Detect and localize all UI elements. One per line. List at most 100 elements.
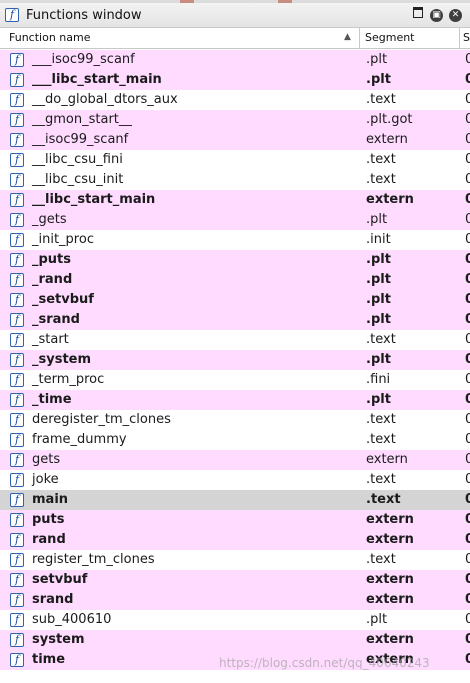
function-row[interactable]: f _srand .plt 0 bbox=[0, 310, 470, 330]
function-start: 0 bbox=[465, 92, 470, 107]
function-start: 0 bbox=[465, 332, 470, 347]
function-row[interactable]: f __do_global_dtors_aux .text 0 bbox=[0, 90, 470, 110]
function-row[interactable]: f __isoc99_scanf extern 0 bbox=[0, 130, 470, 150]
function-row[interactable]: f _start .text 0 bbox=[0, 330, 470, 350]
function-start: 0 bbox=[465, 252, 470, 267]
function-name: _puts bbox=[32, 252, 72, 267]
function-name: ___libc_start_main bbox=[32, 72, 162, 87]
function-icon: f bbox=[10, 93, 24, 107]
function-icon: f bbox=[10, 253, 24, 267]
function-segment: .text bbox=[366, 412, 396, 427]
function-row[interactable]: f _rand .plt 0 bbox=[0, 270, 470, 290]
function-name: __do_global_dtors_aux bbox=[32, 92, 178, 107]
function-row[interactable]: f setvbuf extern 0 bbox=[0, 570, 470, 590]
window-title: Functions window bbox=[26, 8, 142, 23]
function-row[interactable]: f sub_400610 .plt 0 bbox=[0, 610, 470, 630]
function-icon: f bbox=[10, 593, 24, 607]
function-row[interactable]: f _gets .plt 0 bbox=[0, 210, 470, 230]
column-header-segment[interactable]: Segment bbox=[360, 28, 460, 48]
function-name: __isoc99_scanf bbox=[32, 132, 129, 147]
function-name: _term_proc bbox=[32, 372, 105, 387]
function-icon: f bbox=[10, 453, 24, 467]
function-segment: extern bbox=[366, 512, 414, 527]
function-start: 0 bbox=[465, 552, 470, 567]
function-icon: f bbox=[10, 153, 24, 167]
function-row[interactable]: f rand extern 0 bbox=[0, 530, 470, 550]
function-start: 0 bbox=[465, 112, 470, 127]
function-row[interactable]: f time extern 0 bbox=[0, 650, 470, 670]
function-start: 0 bbox=[465, 432, 470, 447]
function-icon: f bbox=[5, 8, 19, 22]
function-start: 0 bbox=[465, 612, 470, 627]
column-header-start[interactable]: S bbox=[460, 28, 470, 48]
function-row[interactable]: f register_tm_clones .text 0 bbox=[0, 550, 470, 570]
function-row[interactable]: f ___libc_start_main .plt 0 bbox=[0, 70, 470, 90]
float-icon[interactable]: ▣ bbox=[430, 9, 443, 22]
function-segment: .plt bbox=[366, 392, 391, 407]
window-titlebar[interactable]: f Functions window ▣ ✕ bbox=[0, 3, 470, 28]
function-row[interactable]: f puts extern 0 bbox=[0, 510, 470, 530]
function-start: 0 bbox=[465, 652, 470, 667]
function-row[interactable]: f __gmon_start__ .plt.got 0 bbox=[0, 110, 470, 130]
function-row[interactable]: f __libc_start_main extern 0 bbox=[0, 190, 470, 210]
function-icon: f bbox=[10, 273, 24, 287]
function-name: system bbox=[32, 632, 85, 647]
function-name: _srand bbox=[32, 312, 80, 327]
function-name: _start bbox=[32, 332, 69, 347]
function-icon: f bbox=[10, 113, 24, 127]
function-name: joke bbox=[32, 472, 59, 487]
function-icon: f bbox=[10, 573, 24, 587]
function-row[interactable]: f joke .text 0 bbox=[0, 470, 470, 490]
function-row[interactable]: f _system .plt 0 bbox=[0, 350, 470, 370]
function-segment: .plt bbox=[366, 612, 388, 627]
function-row[interactable]: f gets extern 0 bbox=[0, 450, 470, 470]
function-segment: .plt bbox=[366, 52, 388, 67]
function-icon: f bbox=[10, 293, 24, 307]
column-header-function-name[interactable]: Function name bbox=[0, 28, 360, 48]
sort-ascending-icon: ▲ bbox=[344, 32, 351, 42]
function-segment: .text bbox=[366, 432, 396, 447]
function-icon: f bbox=[10, 73, 24, 87]
function-segment: extern bbox=[366, 532, 414, 547]
function-name: srand bbox=[32, 592, 74, 607]
function-name: rand bbox=[32, 532, 66, 547]
function-segment: .plt bbox=[366, 352, 391, 367]
function-name: ___isoc99_scanf bbox=[32, 52, 135, 67]
function-name: _gets bbox=[32, 212, 67, 227]
function-row[interactable]: f _puts .plt 0 bbox=[0, 250, 470, 270]
function-segment: extern bbox=[366, 632, 414, 647]
function-row[interactable]: f _time .plt 0 bbox=[0, 390, 470, 410]
function-start: 0 bbox=[465, 212, 470, 227]
column-header-label: Segment bbox=[365, 31, 415, 44]
function-start: 0 bbox=[465, 132, 470, 147]
function-icon: f bbox=[10, 393, 24, 407]
function-row[interactable]: f ___isoc99_scanf .plt 0 bbox=[0, 50, 470, 70]
function-name: _system bbox=[32, 352, 92, 367]
function-icon: f bbox=[10, 373, 24, 387]
function-row[interactable]: f srand extern 0 bbox=[0, 590, 470, 610]
function-segment: .text bbox=[366, 552, 396, 567]
function-row[interactable]: f system extern 0 bbox=[0, 630, 470, 650]
function-row[interactable]: f _init_proc .init 0 bbox=[0, 230, 470, 250]
restore-icon[interactable] bbox=[413, 7, 423, 18]
function-row[interactable]: f __libc_csu_fini .text 0 bbox=[0, 150, 470, 170]
function-name: __libc_csu_init bbox=[32, 172, 124, 187]
function-row[interactable]: f deregister_tm_clones .text 0 bbox=[0, 410, 470, 430]
function-row[interactable]: f _term_proc .fini 0 bbox=[0, 370, 470, 390]
function-name: gets bbox=[32, 452, 61, 467]
function-start: 0 bbox=[465, 512, 470, 527]
function-row[interactable]: f main .text 0 bbox=[0, 490, 470, 510]
function-segment: .plt bbox=[366, 312, 391, 327]
function-segment: .init bbox=[366, 232, 391, 247]
function-row[interactable]: f frame_dummy .text 0 bbox=[0, 430, 470, 450]
function-segment: extern bbox=[366, 192, 414, 207]
function-row[interactable]: f __libc_csu_init .text 0 bbox=[0, 170, 470, 190]
function-segment: extern bbox=[366, 592, 414, 607]
function-start: 0 bbox=[465, 392, 470, 407]
function-start: 0 bbox=[465, 352, 470, 367]
function-segment: .plt bbox=[366, 272, 391, 287]
function-start: 0 bbox=[465, 372, 470, 387]
function-start: 0 bbox=[465, 232, 470, 247]
function-row[interactable]: f _setvbuf .plt 0 bbox=[0, 290, 470, 310]
close-icon[interactable]: ✕ bbox=[449, 9, 462, 22]
